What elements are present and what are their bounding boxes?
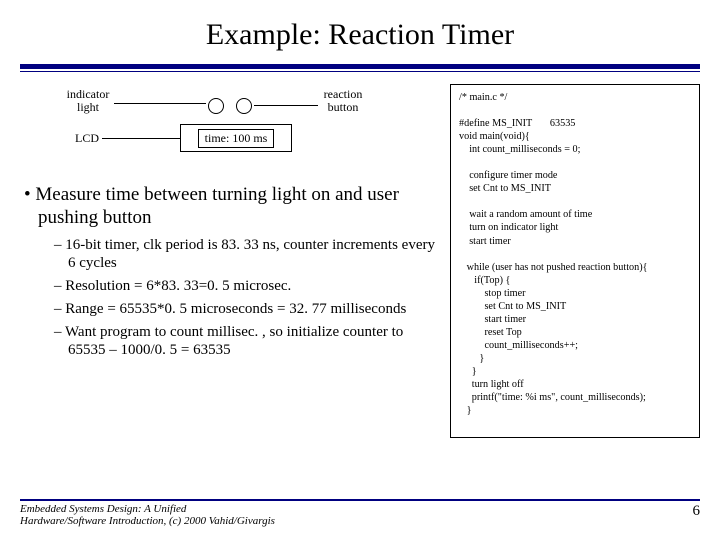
indicator-leader-line bbox=[114, 103, 206, 104]
bullet-main: • Measure time between turning light on … bbox=[20, 184, 440, 230]
bullet-range: – Range = 65535*0. 5 microseconds = 32. … bbox=[54, 300, 440, 318]
slide-title: Example: Reaction Timer bbox=[0, 0, 720, 64]
title-rule-thick bbox=[20, 64, 700, 69]
reaction-button-label: reaction button bbox=[320, 88, 366, 114]
hardware-diagram: indicator light reaction button LCD time… bbox=[20, 84, 440, 176]
page-number: 6 bbox=[693, 503, 701, 528]
bullet-resolution: – Resolution = 6*83. 33=0. 5 microsec. bbox=[54, 277, 440, 295]
led-icon bbox=[208, 98, 224, 114]
bullet-timer-spec: – 16-bit timer, clk period is 83. 33 ns,… bbox=[54, 236, 440, 272]
footer-credit: Embedded Systems Design: A Unified Hardw… bbox=[20, 503, 275, 528]
lcd-display: time: 100 ms bbox=[180, 124, 292, 152]
title-rule-thin bbox=[20, 71, 700, 72]
bullet-init-counter: – Want program to count millisec. , so i… bbox=[54, 323, 440, 359]
lcd-label: LCD bbox=[72, 132, 102, 145]
reaction-leader-line bbox=[254, 105, 318, 106]
lcd-leader-line bbox=[102, 138, 180, 139]
code-listing: /* main.c */ #define MS_INIT 63535 void … bbox=[450, 84, 700, 438]
footer: Embedded Systems Design: A Unified Hardw… bbox=[20, 499, 700, 528]
lcd-text: time: 100 ms bbox=[198, 129, 275, 148]
led-icon bbox=[236, 98, 252, 114]
indicator-light-label: indicator light bbox=[62, 88, 114, 114]
